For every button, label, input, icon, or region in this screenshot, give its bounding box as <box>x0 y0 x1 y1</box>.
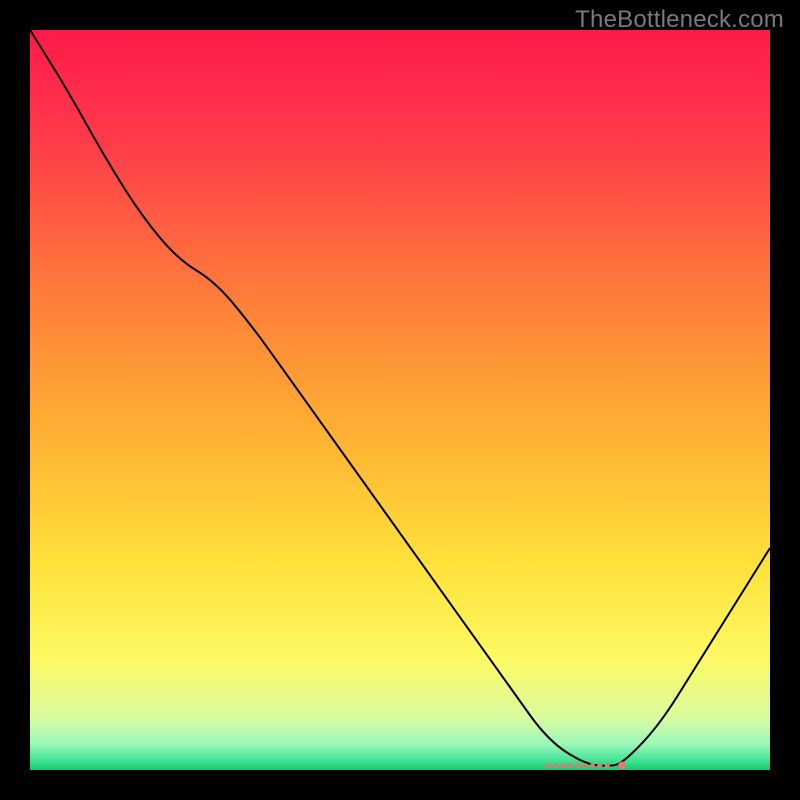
marker-dot <box>545 763 550 768</box>
marker-dot <box>553 763 558 768</box>
marker-dot <box>575 763 580 768</box>
chart-svg <box>30 30 770 770</box>
marker-dot <box>618 762 626 770</box>
marker-dot <box>590 763 595 768</box>
chart-container: TheBottleneck.com <box>0 0 800 800</box>
gradient-rect <box>30 30 770 770</box>
marker-dot <box>597 763 602 768</box>
marker-dot <box>560 763 565 768</box>
marker-dot <box>605 763 610 768</box>
marker-dot <box>582 763 587 768</box>
plot-area <box>30 30 770 770</box>
marker-dot <box>568 763 573 768</box>
